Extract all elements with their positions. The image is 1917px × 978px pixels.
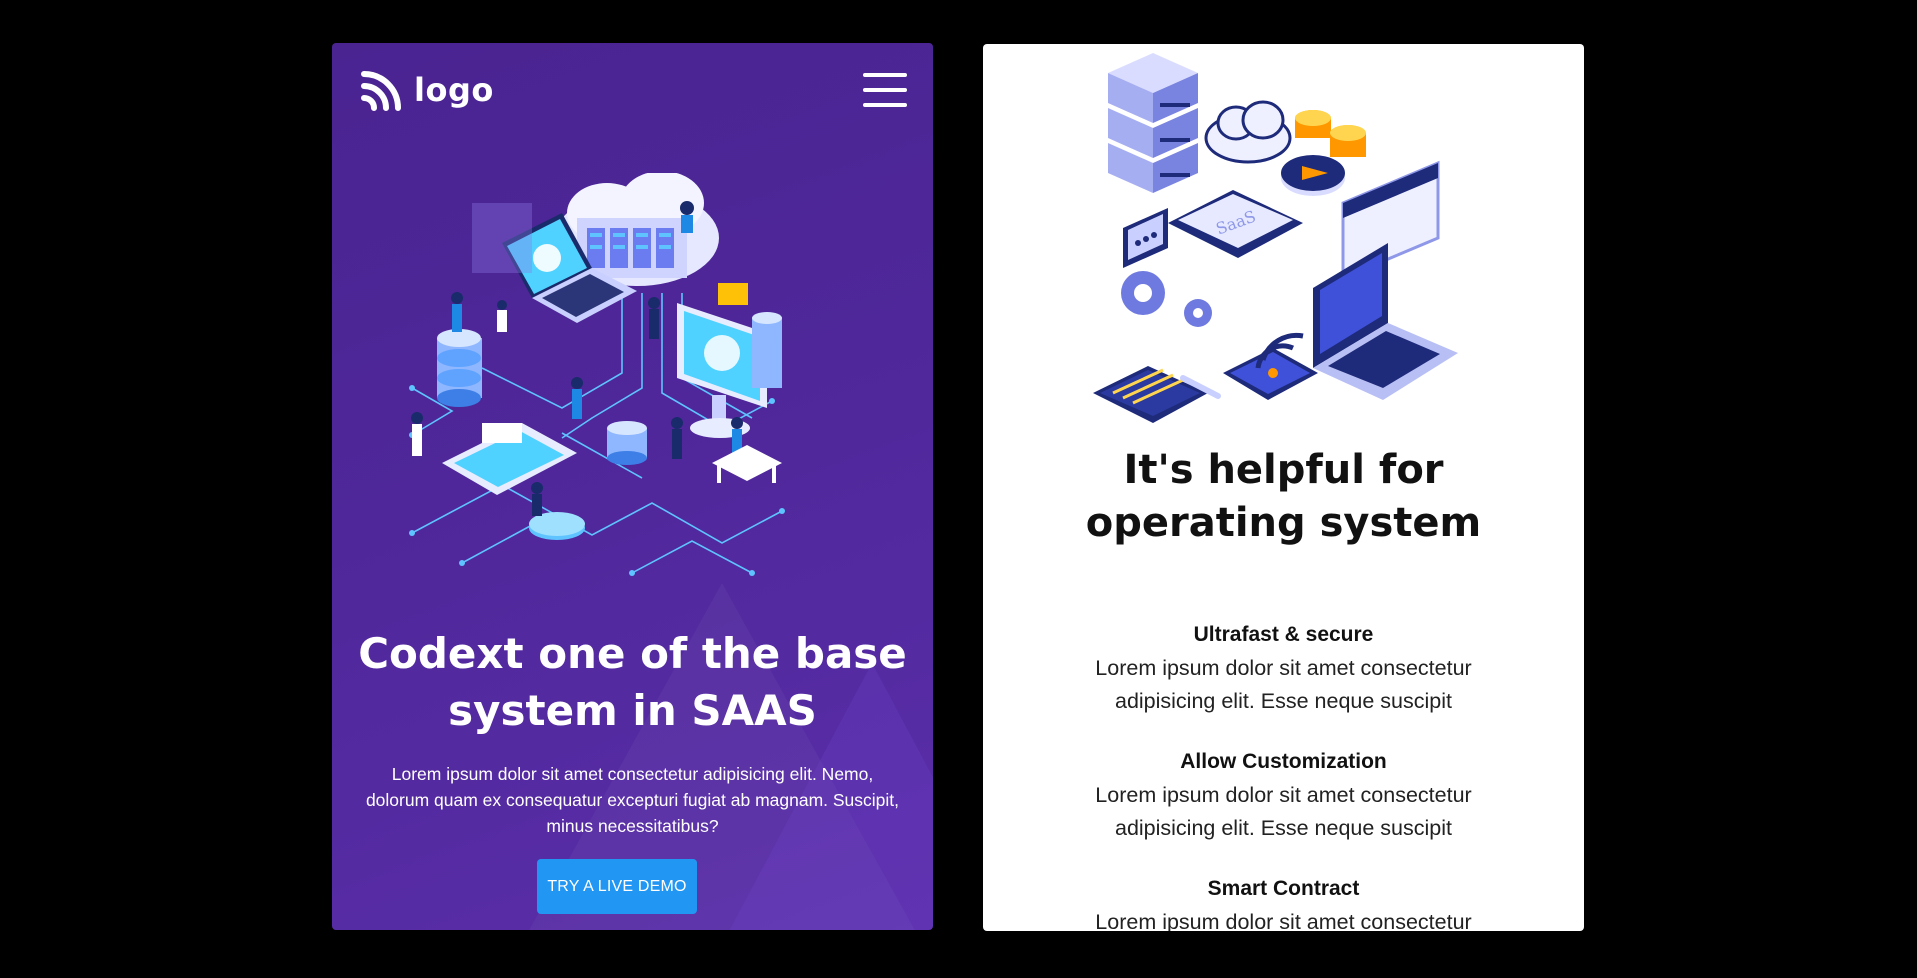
feature-item: Ultrafast & secure Lorem ipsum dolor sit… [983,620,1584,718]
feature-text: Lorem ipsum dolor sit amet consectetur a… [1095,910,1472,931]
logo-text: logo [414,71,494,109]
logo-mark-icon [361,71,401,111]
feature-text: Lorem ipsum dolor sit amet consectetur a… [1095,656,1472,713]
feature-item: Allow Customization Lorem ipsum dolor si… [983,747,1584,845]
hero-title: Codext one of the base system in SAAS [358,629,907,735]
cloud-network-illustration [409,173,785,576]
features-card: SaaS It's helpful for operating system U… [983,44,1584,931]
feature-title: Smart Contract [1207,877,1360,900]
feature-title: Ultrafast & secure [1193,623,1374,646]
feature-item: Smart Contract Lorem ipsum dolor sit ame… [983,874,1584,931]
hamburger-menu-icon[interactable] [863,73,907,107]
hero-card: logo Codext one of the base system in SA… [332,43,933,930]
features-title: It's helpful for operating system [983,444,1584,550]
hamburger-line [863,88,907,92]
hamburger-line [863,103,907,107]
features-title-text: It's helpful for operating system [1085,447,1482,546]
hamburger-line [863,73,907,77]
hero-description: Lorem ipsum dolor sit amet consectetur a… [365,764,900,836]
logo-link[interactable]: logo [360,68,494,112]
saas-illustration: SaaS [1093,53,1458,423]
feature-text: Lorem ipsum dolor sit amet consectetur a… [1095,783,1472,840]
feature-title: Allow Customization [1180,750,1387,773]
navbar: logo [360,65,907,115]
try-live-demo-button[interactable]: TRY A LIVE DEMO [537,859,697,914]
